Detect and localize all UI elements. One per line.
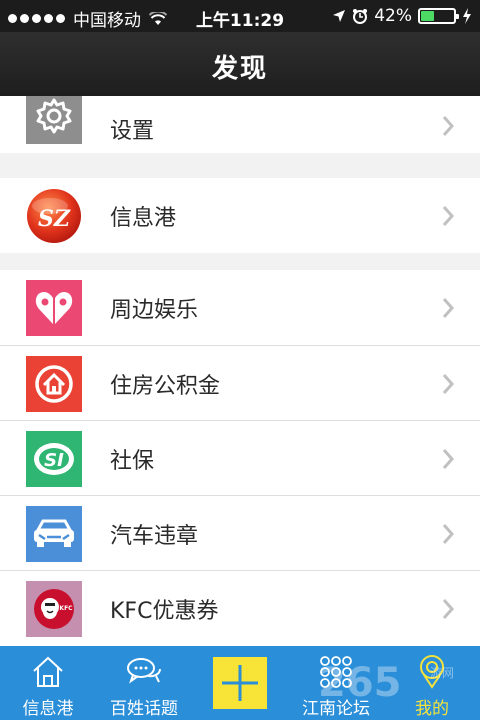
menu-item-entertainment[interactable]: 周边娱乐	[0, 270, 480, 345]
watermark-subtext: 游网	[430, 666, 455, 680]
menu-item-label: 信息港	[110, 205, 177, 231]
si-logo-text: SI	[44, 450, 64, 471]
watermark-text: 265	[318, 660, 402, 706]
house-icon	[26, 355, 82, 412]
menu-item-label: 社保	[110, 448, 155, 474]
chevron-right-icon	[442, 373, 455, 394]
tab-info-port[interactable]: 信息港	[0, 646, 96, 720]
menu-item-label: KFC优惠券	[110, 598, 219, 624]
plus-icon	[222, 665, 258, 701]
heart-icon	[26, 279, 82, 336]
car-icon	[26, 505, 82, 562]
gear-icon	[26, 96, 82, 144]
home-icon	[33, 656, 63, 687]
page-title: 发现	[211, 54, 268, 84]
menu-item-label: 住房公积金	[110, 373, 221, 399]
sz-logo-text: SZ	[38, 206, 71, 232]
charging-icon	[463, 8, 471, 24]
navigation-bar: 发现	[0, 32, 480, 96]
menu-item-housing-fund[interactable]: 住房公积金	[0, 346, 480, 421]
tab-label: 信息港	[22, 699, 74, 719]
tab-topics[interactable]: 百姓话题	[96, 646, 192, 720]
menu-item-info-port[interactable]: SZ 信息港	[0, 178, 480, 253]
status-bar: 中国移动 上午11:29 42%	[0, 0, 480, 32]
chevron-right-icon	[442, 598, 455, 619]
alarm-icon	[353, 9, 368, 24]
menu-item-label: 汽车违章	[110, 523, 199, 549]
sz-logo-icon: SZ	[26, 188, 82, 244]
kfc-logo-text: KFC	[59, 605, 73, 612]
add-post-button[interactable]	[213, 657, 267, 709]
chat-bubbles-icon	[127, 658, 161, 684]
tab-label: 百姓话题	[110, 699, 178, 719]
chevron-right-icon	[442, 297, 455, 318]
kfc-icon: KFC	[26, 580, 82, 637]
chevron-right-icon	[442, 116, 455, 136]
chevron-right-icon	[442, 448, 455, 469]
battery-icon	[418, 8, 459, 24]
menu-item-traffic-violation[interactable]: 汽车违章	[0, 496, 480, 571]
menu-item-label: 设置	[110, 119, 155, 144]
menu-item-kfc[interactable]: KFC KFC优惠券	[0, 571, 480, 646]
battery-percent: 42%	[374, 6, 412, 26]
status-right: 42%	[332, 6, 472, 26]
tab-bar: 信息港 百姓话题 江南论坛 我的	[0, 646, 480, 720]
location-arrow-icon	[333, 10, 346, 22]
discover-list[interactable]: 设置 SZ 信息港 周边娱乐 住房公积金 SI 社保 汽车违章 KFC KFC优…	[0, 96, 480, 646]
menu-item-social-security[interactable]: SI 社保	[0, 421, 480, 496]
menu-item-settings[interactable]: 设置	[0, 96, 480, 153]
chevron-right-icon	[442, 523, 455, 544]
si-icon: SI	[26, 430, 82, 487]
chevron-right-icon	[442, 205, 455, 226]
menu-item-label: 周边娱乐	[110, 297, 199, 323]
